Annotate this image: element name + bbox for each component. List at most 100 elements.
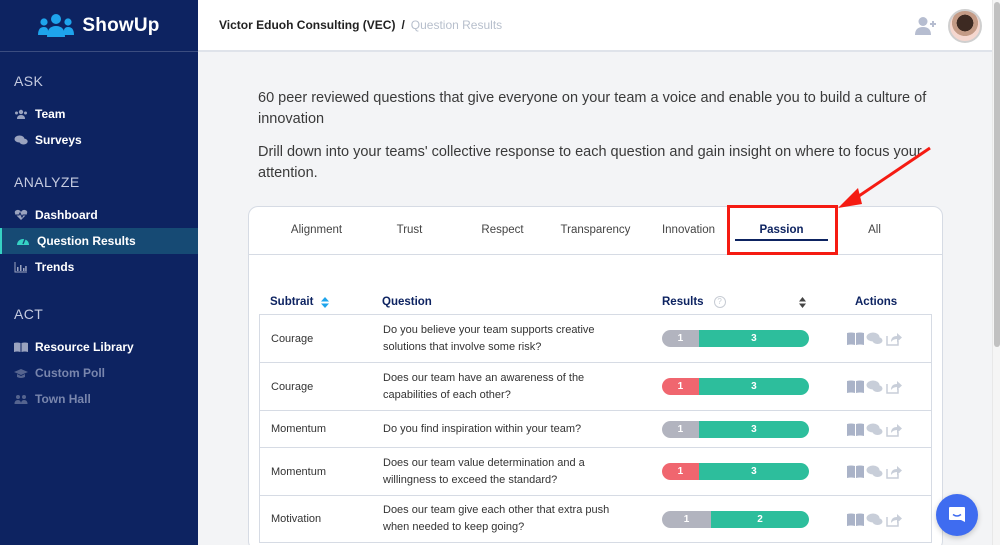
share-icon[interactable] <box>885 464 902 479</box>
sidebar-item-label: Dashboard <box>35 208 98 222</box>
question-cell: Do you believe your team supports creati… <box>383 323 595 353</box>
section-title-analyze: ANALYZE <box>14 174 80 190</box>
share-icon[interactable] <box>885 512 902 527</box>
question-cell: Do you find inspiration within your team… <box>383 422 582 435</box>
comments-icon[interactable] <box>866 464 883 479</box>
breadcrumb-root[interactable]: Victor Eduoh Consulting (VEC) <box>219 18 395 32</box>
row-actions <box>847 422 902 437</box>
positive-count: 3 <box>698 420 809 438</box>
section-title-ask: ASK <box>14 73 44 89</box>
group-icon <box>14 395 28 404</box>
sort-icon[interactable] <box>321 296 330 308</box>
tab-transparency[interactable]: Transparency <box>549 207 642 255</box>
chat-icon <box>949 507 965 522</box>
row-actions <box>847 464 902 479</box>
book-icon[interactable] <box>847 464 864 479</box>
tab-innovation[interactable]: Innovation <box>642 207 735 255</box>
add-user-icon[interactable] <box>915 16 937 36</box>
brand-name: ShowUp <box>82 14 160 36</box>
column-header-actions: Actions <box>855 296 898 308</box>
graduation-cap-icon <box>14 369 28 378</box>
share-icon[interactable] <box>885 422 902 437</box>
chat-launcher-button[interactable] <box>936 494 978 536</box>
tab-all[interactable]: All <box>828 207 921 255</box>
book-icon[interactable] <box>847 331 864 346</box>
sidebar-item-question-results[interactable]: Question Results <box>0 228 198 254</box>
column-header-subtrait[interactable]: Subtrait <box>270 296 330 308</box>
result-bar[interactable]: 1 3 <box>662 420 809 438</box>
table-row: Courage Do you believe your team support… <box>259 314 932 362</box>
sidebar-item-label: Surveys <box>35 133 82 147</box>
section-title-act: ACT <box>14 306 44 322</box>
result-bar[interactable]: 1 3 <box>662 463 809 480</box>
sidebar-item-label: Custom Poll <box>35 366 106 380</box>
row-actions <box>847 512 902 527</box>
sidebar-item-town-hall[interactable]: Town Hall <box>0 386 198 412</box>
positive-count: 3 <box>698 330 809 347</box>
positive-count: 3 <box>698 463 809 480</box>
tab-passion[interactable]: Passion <box>735 207 828 255</box>
subtrait-cell: Momentum <box>271 465 327 478</box>
table-row: Momentum Does our team value determinati… <box>259 447 932 495</box>
breadcrumb-separator: / <box>401 18 405 32</box>
negative-count: 1 <box>662 510 711 528</box>
trait-tabs: Alignment Trust Respect Transparency Inn… <box>249 207 942 255</box>
tab-alignment[interactable]: Alignment <box>270 207 363 255</box>
negative-count: 1 <box>662 330 699 347</box>
result-bar[interactable]: 1 2 <box>662 510 809 528</box>
gauge-icon <box>17 238 29 245</box>
column-label: Results <box>662 296 704 308</box>
page-scrollbar[interactable] <box>992 0 1000 545</box>
top-bar: Victor Eduoh Consulting (VEC) / Question… <box>198 0 992 52</box>
intro-line-2: Drill down into your teams' collective r… <box>258 144 922 181</box>
result-bar[interactable]: 1 3 <box>662 378 809 395</box>
column-header-question: Question <box>382 296 432 308</box>
positive-count: 2 <box>711 510 809 528</box>
sidebar-item-team[interactable]: Team <box>0 101 198 127</box>
breadcrumb-current: Question Results <box>410 18 503 32</box>
column-label: Subtrait <box>270 296 314 308</box>
users-icon <box>15 109 27 119</box>
sidebar-item-dashboard[interactable]: Dashboard <box>0 202 198 228</box>
help-icon[interactable]: ? <box>713 296 726 308</box>
book-icon[interactable] <box>847 379 864 394</box>
negative-count: 1 <box>662 463 699 480</box>
comments-icon[interactable] <box>866 422 883 437</box>
book-icon[interactable] <box>847 512 864 527</box>
sidebar-item-label: Town Hall <box>35 392 91 406</box>
subtrait-cell: Motivation <box>271 513 322 525</box>
heartbeat-icon <box>14 209 28 220</box>
negative-count: 1 <box>662 420 699 438</box>
sidebar-item-resource-library[interactable]: Resource Library <box>0 334 198 360</box>
bar-chart-icon <box>14 262 27 273</box>
sidebar-item-surveys[interactable]: Surveys <box>0 127 198 153</box>
subtrait-cell: Courage <box>271 380 314 393</box>
question-cell: Does our team have an awareness of the c… <box>383 371 585 401</box>
sidebar-item-label: Team <box>35 107 66 121</box>
book-icon[interactable] <box>847 422 864 437</box>
table-row: Motivation Does our team give each other… <box>259 495 932 543</box>
book-icon <box>14 342 28 352</box>
comments-icon[interactable] <box>866 512 883 527</box>
row-actions <box>847 331 902 346</box>
comments-icon[interactable] <box>866 331 883 346</box>
tab-respect[interactable]: Respect <box>456 207 549 255</box>
avatar[interactable] <box>948 9 982 43</box>
comments-icon[interactable] <box>866 379 883 394</box>
sort-icon[interactable] <box>799 297 806 308</box>
result-bar[interactable]: 1 3 <box>662 330 809 347</box>
share-icon[interactable] <box>885 379 902 394</box>
breadcrumb: Victor Eduoh Consulting (VEC) / Question… <box>198 18 502 32</box>
table-header: Subtrait Question Results ? Actions <box>259 291 932 313</box>
share-icon[interactable] <box>885 331 902 346</box>
subtrait-cell: Courage <box>271 332 314 345</box>
brand[interactable]: ShowUp <box>0 0 198 52</box>
results-table: Courage Do you believe your team support… <box>259 314 932 543</box>
sidebar-item-label: Question Results <box>37 234 136 248</box>
team-users-icon <box>38 13 75 37</box>
sidebar-item-custom-poll[interactable]: Custom Poll <box>0 360 198 386</box>
intro: 60 peer reviewed questions that give eve… <box>258 88 938 196</box>
sidebar-item-trends[interactable]: Trends <box>0 254 198 280</box>
tab-trust[interactable]: Trust <box>363 207 456 255</box>
scrollbar-thumb[interactable] <box>994 2 1000 347</box>
